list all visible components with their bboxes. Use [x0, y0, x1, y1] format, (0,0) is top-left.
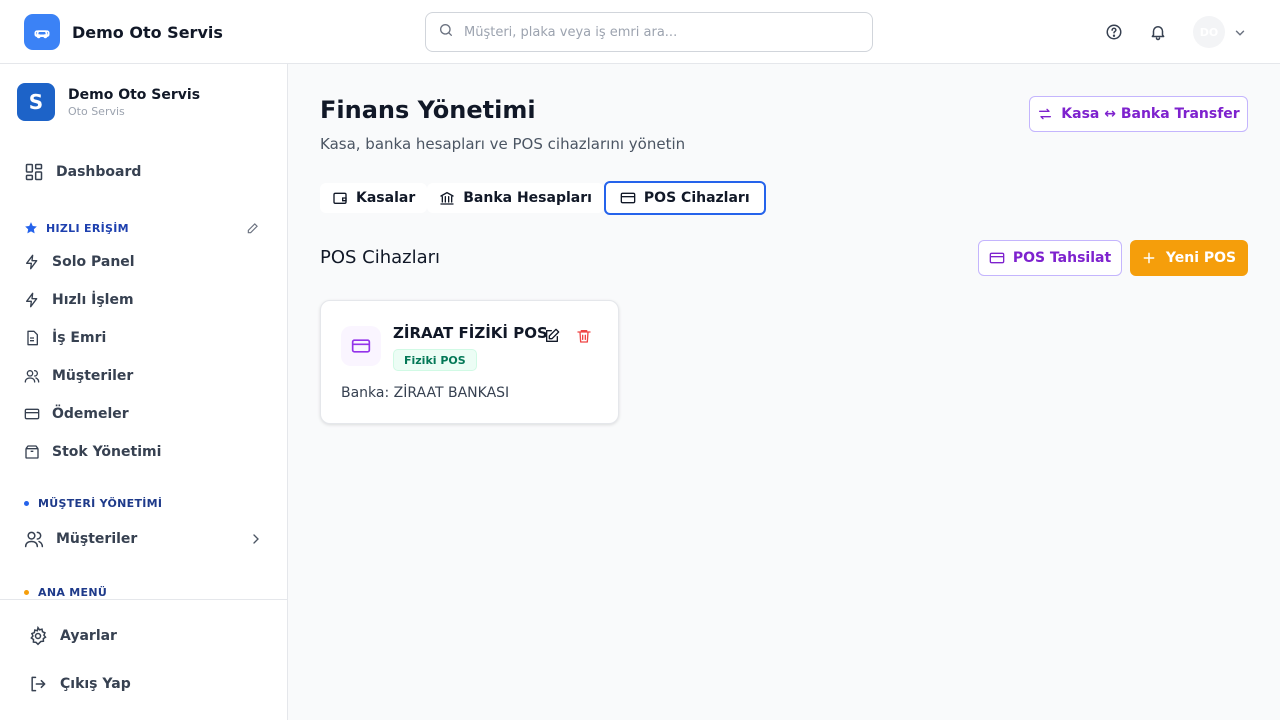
pos-device-card: ZİRAAT FİZİKİ POS Fiziki POS Banka: ZİRA…	[320, 300, 619, 424]
sidebar-item-customers[interactable]: Müşteriler	[24, 368, 133, 384]
package-icon	[24, 444, 40, 460]
new-pos-button[interactable]: Yeni POS	[1130, 240, 1248, 276]
page-subtitle: Kasa, banka hesapları ve POS cihazlarını…	[320, 135, 686, 153]
page-title: Finans Yönetimi	[320, 96, 536, 124]
pos-type-badge: Fiziki POS	[393, 349, 477, 371]
plus-icon	[1142, 251, 1156, 265]
brand-name: Demo Oto Servis	[72, 22, 223, 42]
sidebar-item-payments[interactable]: Ödemeler	[24, 406, 129, 422]
gear-icon	[28, 626, 48, 646]
org-type: Oto Servis	[68, 104, 125, 118]
swap-icon	[1037, 106, 1053, 122]
pos-collect-button[interactable]: POS Tahsilat	[978, 240, 1122, 276]
finance-tabs: Kasalar Banka Hesapları POS Cihazları	[320, 180, 766, 216]
section-dot	[24, 590, 29, 595]
edit-icon[interactable]	[543, 327, 561, 345]
sidebar-item-solo-panel[interactable]: Solo Panel	[24, 254, 135, 270]
brand[interactable]: Demo Oto Servis	[24, 14, 223, 50]
search-icon	[438, 22, 454, 42]
tab-pos-devices[interactable]: POS Cihazları	[603, 181, 766, 215]
chevron-right-icon	[248, 531, 264, 547]
dashboard-icon	[24, 162, 44, 182]
star-icon	[24, 221, 38, 235]
bank-icon	[439, 190, 455, 206]
sidebar: S Demo Oto Servis Oto Servis Dashboard H…	[0, 64, 288, 720]
transfer-button[interactable]: Kasa ↔ Banka Transfer	[1029, 96, 1248, 132]
credit-card-icon	[24, 406, 40, 422]
sidebar-footer: Ayarlar Çıkış Yap	[0, 599, 287, 720]
logout-icon	[28, 674, 48, 694]
trash-icon[interactable]	[575, 327, 593, 345]
top-header: Demo Oto Servis DO	[0, 0, 1280, 64]
users-icon	[24, 368, 40, 384]
pos-device-name: ZİRAAT FİZİKİ POS	[393, 324, 548, 342]
search-box[interactable]	[425, 12, 873, 52]
sidebar-item-stock[interactable]: Stok Yönetimi	[24, 444, 161, 460]
help-icon[interactable]	[1104, 22, 1124, 42]
sidebar-item-logout[interactable]: Çıkış Yap	[28, 674, 131, 694]
sidebar-item-customer-management[interactable]: Müşteriler	[24, 529, 264, 549]
sidebar-item-quick-action[interactable]: Hızlı İşlem	[24, 292, 134, 308]
bell-icon[interactable]	[1148, 22, 1168, 42]
chevron-down-icon[interactable]	[1233, 25, 1247, 39]
sidebar-item-work-order[interactable]: İş Emri	[24, 330, 106, 346]
main-content: Finans Yönetimi Kasa, banka hesapları ve…	[288, 64, 1280, 720]
credit-card-icon	[620, 190, 636, 206]
bolt-icon	[24, 254, 40, 270]
org-switcher[interactable]: S Demo Oto Servis Oto Servis	[17, 83, 200, 121]
section-quick-access: HIZLI ERİŞİM	[24, 221, 129, 235]
section-dot	[24, 501, 29, 506]
users-icon	[24, 529, 44, 549]
pencil-icon[interactable]	[246, 220, 260, 234]
avatar[interactable]: DO	[1193, 16, 1225, 48]
pos-bank-label: Banka: ZİRAAT BANKASI	[341, 385, 510, 401]
wallet-icon	[332, 190, 348, 206]
org-name: Demo Oto Servis	[68, 86, 201, 103]
credit-card-icon	[341, 326, 381, 366]
search-input[interactable]	[464, 24, 844, 40]
section-customer-management: MÜŞTERİ YÖNETİMİ	[24, 497, 162, 510]
sidebar-item-settings[interactable]: Ayarlar	[28, 626, 117, 646]
section-main-menu: ANA MENÜ	[24, 586, 107, 599]
tab-cash-registers[interactable]: Kasalar	[320, 183, 428, 213]
section-title: POS Cihazları	[320, 247, 441, 268]
credit-card-icon	[989, 250, 1005, 266]
tab-bank-accounts[interactable]: Banka Hesapları	[427, 183, 604, 213]
document-icon	[24, 330, 40, 346]
org-logo: S	[17, 83, 55, 121]
sidebar-item-dashboard[interactable]: Dashboard	[24, 162, 141, 182]
sidebar-item-label: Dashboard	[56, 164, 142, 180]
car-icon	[24, 14, 60, 50]
bolt-icon	[24, 292, 40, 308]
